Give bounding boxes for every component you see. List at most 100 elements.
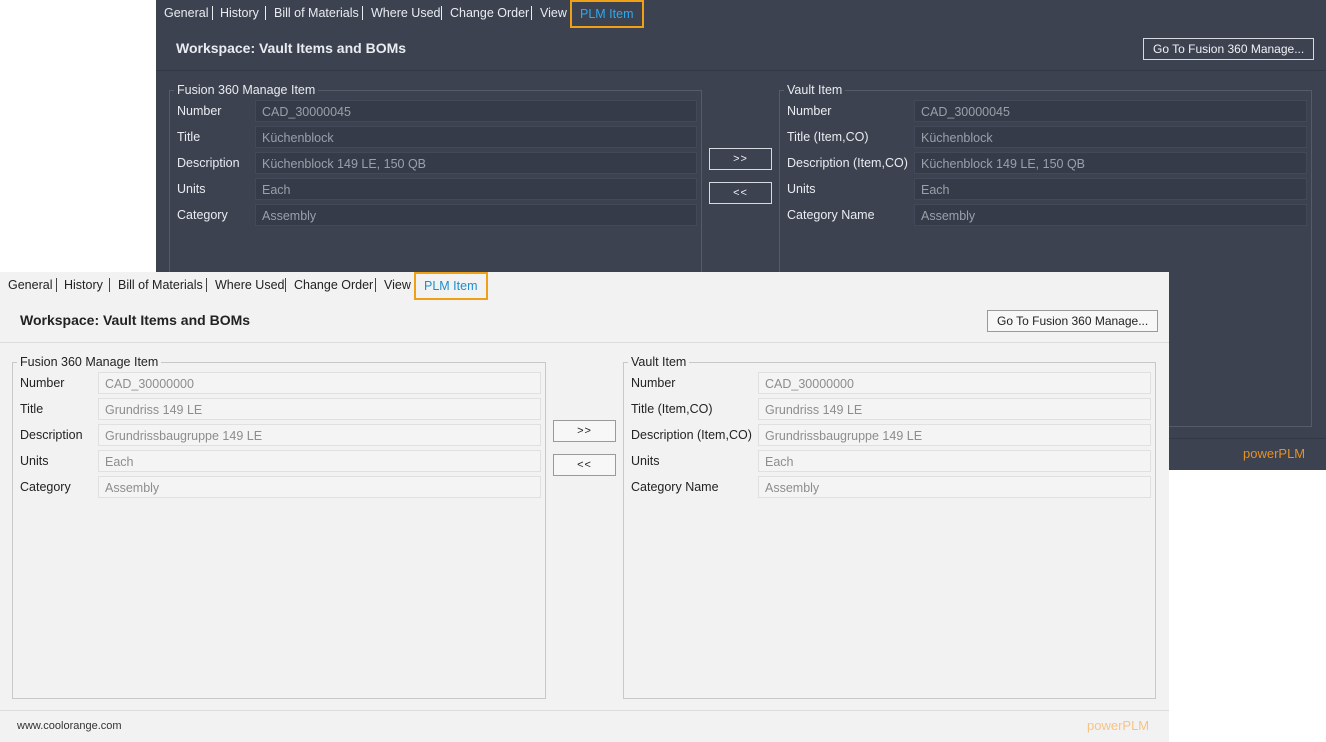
number-field[interactable]: CAD_30000000 — [758, 372, 1151, 394]
field-row-category: Category Name Assembly — [785, 203, 1307, 227]
copy-to-vault-button[interactable]: >> — [709, 148, 772, 170]
tab-separator — [285, 278, 286, 292]
vault-item-group: Vault Item Number CAD_30000000 Title (It… — [623, 354, 1156, 699]
title-field[interactable]: Küchenblock — [255, 126, 697, 148]
light-theme-window: General History Bill of Materials Where … — [0, 272, 1169, 742]
description-field[interactable]: Küchenblock 149 LE, 150 QB — [255, 152, 697, 174]
footer-divider — [0, 710, 1169, 711]
field-label: Title — [177, 130, 201, 144]
field-row-description: Description Grundrissbaugruppe 149 LE — [18, 423, 541, 447]
category-field[interactable]: Assembly — [914, 204, 1307, 226]
field-row-title: Title Grundriss 149 LE — [18, 397, 541, 421]
header-divider — [156, 70, 1326, 71]
tab-history[interactable]: History — [64, 272, 103, 298]
tab-separator — [531, 6, 532, 20]
field-label: Description — [20, 428, 83, 442]
units-field[interactable]: Each — [758, 450, 1151, 472]
field-row-category: Category Assembly — [175, 203, 697, 227]
tab-separator — [206, 278, 207, 292]
category-field[interactable]: Assembly — [255, 204, 697, 226]
field-row-units: Units Each — [629, 449, 1151, 473]
field-label: Title (Item,CO) — [631, 402, 713, 416]
tab-separator — [212, 6, 213, 20]
field-row-number: Number CAD_30000000 — [18, 371, 541, 395]
field-row-number: Number CAD_30000045 — [785, 99, 1307, 123]
powerplm-logo: powerPLM — [1243, 446, 1306, 461]
group-title: Fusion 360 Manage Item — [17, 354, 162, 370]
number-field[interactable]: CAD_30000045 — [914, 100, 1307, 122]
field-row-title: Title (Item,CO) Küchenblock — [785, 125, 1307, 149]
field-label: Title (Item,CO) — [787, 130, 869, 144]
tab-general[interactable]: General — [164, 0, 208, 26]
tab-bill-of-materials[interactable]: Bill of Materials — [274, 0, 359, 26]
number-field[interactable]: CAD_30000045 — [255, 100, 697, 122]
tab-separator — [362, 6, 363, 20]
field-row-title: Title (Item,CO) Grundriss 149 LE — [629, 397, 1151, 421]
title-field[interactable]: Küchenblock — [914, 126, 1307, 148]
tab-separator — [109, 278, 110, 292]
tab-history[interactable]: History — [220, 0, 259, 26]
go-to-fusion-360-manage-button[interactable]: Go To Fusion 360 Manage... — [1143, 38, 1315, 60]
website-link[interactable]: www.coolorange.com — [17, 720, 122, 732]
title-field[interactable]: Grundriss 149 LE — [758, 398, 1151, 420]
field-label: Title — [20, 402, 44, 416]
field-label: Description (Item,CO) — [787, 156, 908, 170]
field-label: Units — [787, 182, 816, 196]
units-field[interactable]: Each — [914, 178, 1307, 200]
title-field[interactable]: Grundriss 149 LE — [98, 398, 541, 420]
tab-where-used[interactable]: Where Used — [371, 0, 440, 26]
field-row-title: Title Küchenblock — [175, 125, 697, 149]
tab-plm-item[interactable]: PLM Item — [414, 272, 488, 300]
workspace-title: Workspace: Vault Items and BOMs — [176, 40, 407, 56]
tab-bill-of-materials[interactable]: Bill of Materials — [118, 272, 203, 298]
tab-general[interactable]: General — [8, 272, 52, 298]
units-field[interactable]: Each — [255, 178, 697, 200]
category-field[interactable]: Assembly — [758, 476, 1151, 498]
tab-change-order[interactable]: Change Order — [450, 0, 529, 26]
field-row-units: Units Each — [785, 177, 1307, 201]
copy-to-vault-button[interactable]: >> — [553, 420, 616, 442]
tab-view[interactable]: View — [540, 0, 567, 26]
description-field[interactable]: Grundrissbaugruppe 149 LE — [98, 424, 541, 446]
field-label: Category Name — [787, 208, 875, 222]
field-row-category: Category Assembly — [18, 475, 541, 499]
field-row-units: Units Each — [18, 449, 541, 473]
field-label: Number — [631, 376, 676, 390]
category-field[interactable]: Assembly — [98, 476, 541, 498]
number-field[interactable]: CAD_30000000 — [98, 372, 541, 394]
field-row-description: Description Küchenblock 149 LE, 150 QB — [175, 151, 697, 175]
field-row-number: Number CAD_30000045 — [175, 99, 697, 123]
tab-plm-item[interactable]: PLM Item — [570, 0, 644, 28]
field-label: Units — [631, 454, 660, 468]
field-label: Description — [177, 156, 240, 170]
field-label: Units — [177, 182, 206, 196]
go-to-fusion-360-manage-button[interactable]: Go To Fusion 360 Manage... — [987, 310, 1159, 332]
tab-where-used[interactable]: Where Used — [215, 272, 284, 298]
group-title: Vault Item — [628, 354, 690, 370]
workspace-title: Workspace: Vault Items and BOMs — [20, 312, 251, 328]
group-title: Fusion 360 Manage Item — [174, 82, 319, 98]
field-row-category: Category Name Assembly — [629, 475, 1151, 499]
tab-separator — [265, 6, 266, 20]
copy-to-fusion-button[interactable]: << — [709, 182, 772, 204]
field-row-description: Description (Item,CO) Grundrissbaugruppe… — [629, 423, 1151, 447]
field-row-number: Number CAD_30000000 — [629, 371, 1151, 395]
field-row-description: Description (Item,CO) Küchenblock 149 LE… — [785, 151, 1307, 175]
field-label: Description (Item,CO) — [631, 428, 752, 442]
tab-view[interactable]: View — [384, 272, 411, 298]
fusion-360-manage-item-group: Fusion 360 Manage Item Number CAD_300000… — [12, 354, 546, 699]
field-label: Units — [20, 454, 49, 468]
description-field[interactable]: Küchenblock 149 LE, 150 QB — [914, 152, 1307, 174]
powerplm-logo: powerPLM — [1087, 718, 1150, 733]
field-label: Number — [177, 104, 222, 118]
tab-change-order[interactable]: Change Order — [294, 272, 373, 298]
tab-bar: General History Bill of Materials Where … — [156, 0, 1326, 28]
header-divider — [0, 342, 1169, 343]
units-field[interactable]: Each — [98, 450, 541, 472]
field-label: Number — [20, 376, 65, 390]
field-row-units: Units Each — [175, 177, 697, 201]
tab-separator — [441, 6, 442, 20]
description-field[interactable]: Grundrissbaugruppe 149 LE — [758, 424, 1151, 446]
copy-to-fusion-button[interactable]: << — [553, 454, 616, 476]
group-title: Vault Item — [784, 82, 846, 98]
